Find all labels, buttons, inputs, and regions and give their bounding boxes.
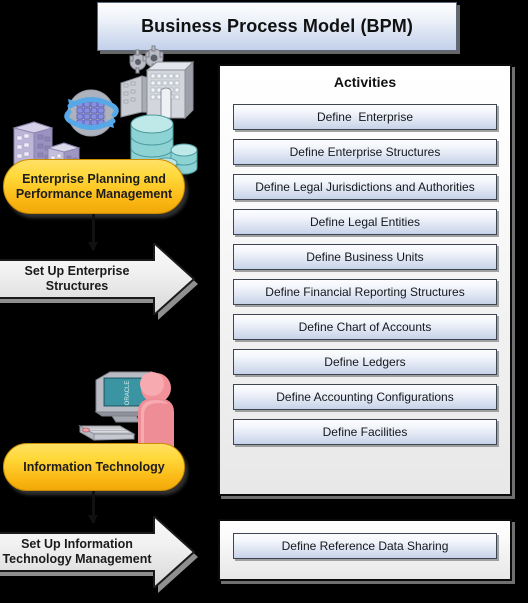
process-arrow-label: Set Up Enterprise Structures [24, 264, 130, 293]
activity-box-label: Define Financial Reporting Structures [265, 285, 465, 299]
process-arrow-label-wrap: Set Up Information Technology Management [0, 533, 154, 571]
process-pill-label: Information Technology [23, 459, 165, 474]
activity-box[interactable]: Define Accounting Configurations [233, 384, 497, 410]
svg-text:ORACLE: ORACLE [125, 381, 131, 406]
process-pill-enterprise-planning[interactable]: Enterprise Planning and Performance Mana… [3, 159, 185, 214]
activity-box-label: Define Enterprise Structures [289, 145, 441, 159]
activity-box[interactable]: Define Business Units [233, 244, 497, 270]
activity-box-label: Define Legal Entities [309, 215, 421, 229]
process-arrow-setup-enterprise-structures[interactable]: Set Up Enterprise Structures [0, 243, 198, 320]
reference-data-box[interactable]: Define Reference Data Sharing [233, 533, 497, 559]
activity-box[interactable]: Define Facilities [233, 419, 497, 445]
activity-box[interactable]: Define Enterprise Structures [233, 139, 497, 165]
activity-box-label: Define Accounting Configurations [276, 390, 454, 404]
activity-box-label: Define Business Units [306, 250, 424, 264]
page-title-banner: Business Process Model (BPM) [97, 2, 457, 51]
activity-box-label: Define Enterprise [316, 110, 414, 124]
activity-box-label: Define Legal Jurisdictions and Authoriti… [255, 180, 475, 194]
process-pill-label: Enterprise Planning and Performance Mana… [15, 171, 173, 201]
factory-gears-icon [120, 45, 195, 120]
activity-box-label: Define Facilities [322, 425, 408, 439]
computer-monitor-icon: ORACLE [78, 370, 160, 441]
activity-box[interactable]: Define Financial Reporting Structures [233, 279, 497, 305]
globe-network-icon [64, 89, 119, 137]
process-pill-information-technology[interactable]: Information Technology [3, 443, 185, 491]
process-arrow-setup-it-management[interactable]: Set Up Information Technology Management [0, 516, 198, 593]
process-arrow-label: Set Up Information Technology Management [2, 537, 152, 566]
reference-data-panel: Define Reference Data Sharing [218, 519, 512, 581]
reference-data-list: Define Reference Data Sharing [233, 533, 497, 568]
activity-box[interactable]: Define Ledgers [233, 349, 497, 375]
activity-box[interactable]: Define Enterprise [233, 104, 497, 130]
page-title: Business Process Model (BPM) [141, 16, 413, 36]
process-arrow-label-wrap: Set Up Enterprise Structures [0, 260, 154, 298]
activities-list: Define Enterprise Define Enterprise Struc… [233, 104, 497, 454]
activity-box[interactable]: Define Chart of Accounts [233, 314, 497, 340]
activities-panel: Activities Define Enterprise Define Enter… [218, 64, 512, 496]
activities-heading: Activities [333, 74, 397, 90]
reference-data-box-label: Define Reference Data Sharing [281, 539, 449, 553]
activity-box[interactable]: Define Legal Jurisdictions and Authoriti… [233, 174, 497, 200]
activity-box-label: Define Ledgers [324, 355, 406, 369]
activity-box[interactable]: Define Legal Entities [233, 209, 497, 235]
activity-box-label: Define Chart of Accounts [298, 320, 432, 334]
